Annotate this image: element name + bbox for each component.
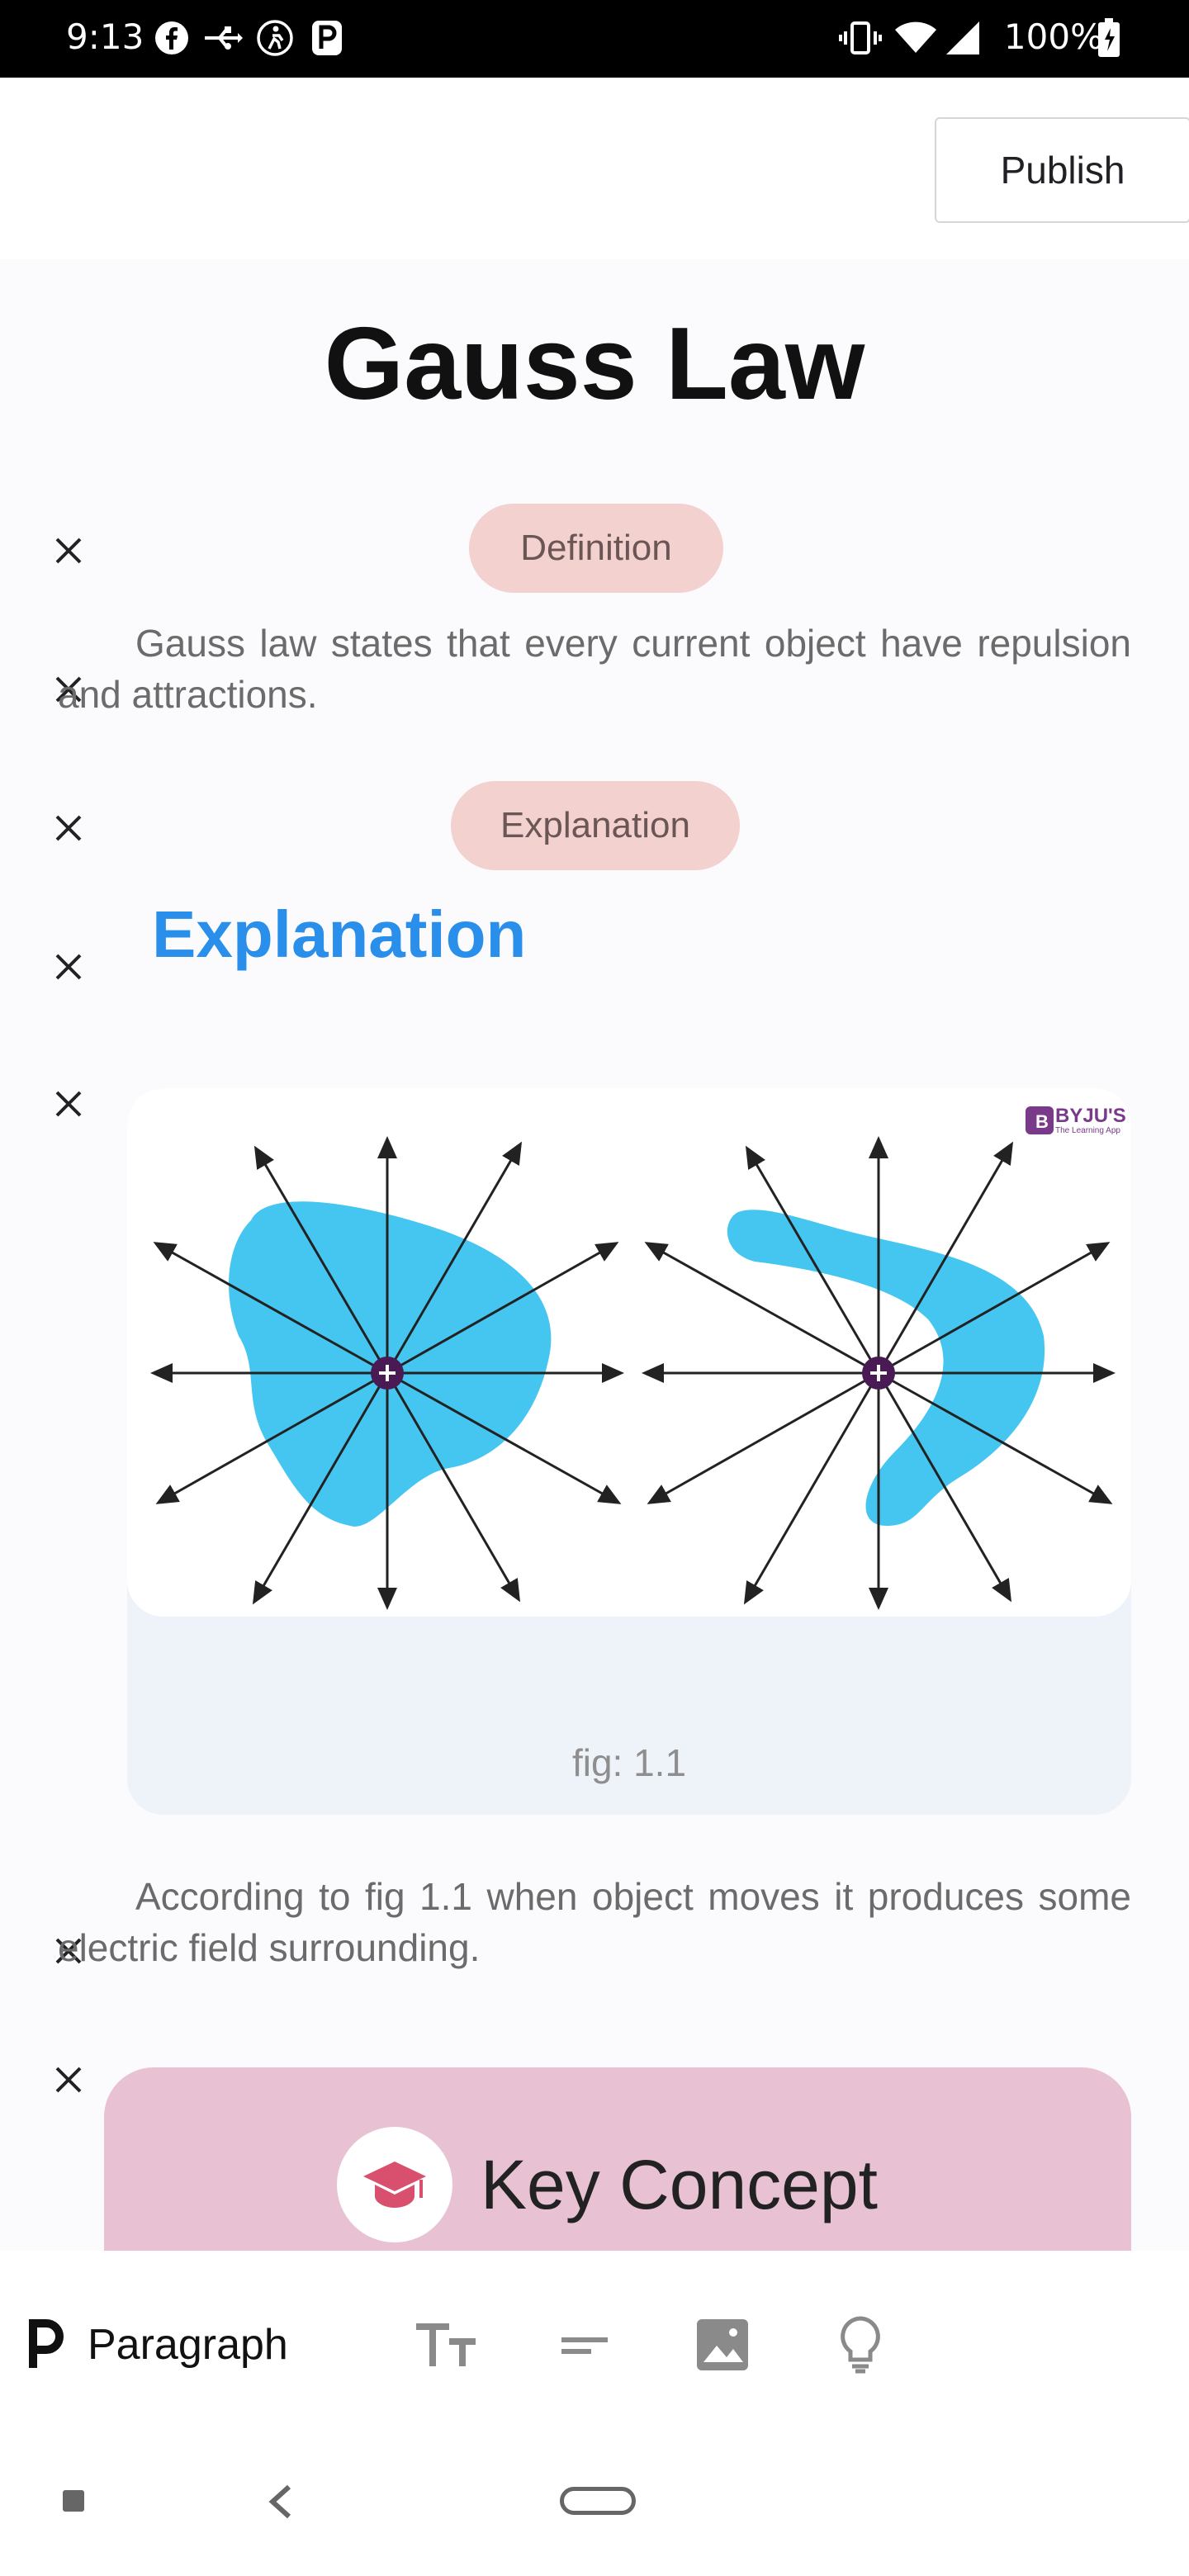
- paragraph-tool[interactable]: Paragraph: [25, 2312, 288, 2378]
- back-icon: [268, 2484, 291, 2519]
- byjus-logo-subtext: The Learning App: [1055, 1126, 1120, 1135]
- image-block[interactable]: B BYJU'S The Learning App fig: 1.1: [127, 1088, 1131, 1815]
- definition-paragraph[interactable]: Gauss law states that every current obje…: [58, 618, 1131, 720]
- p-app-icon: [310, 18, 343, 58]
- figure-caption[interactable]: fig: 1.1: [127, 1740, 1131, 1785]
- image-tool[interactable]: [695, 2312, 750, 2378]
- remove-block-close-icon[interactable]: [48, 946, 89, 987]
- align-icon: [561, 2337, 608, 2354]
- page-title[interactable]: Gauss Law: [0, 305, 1189, 423]
- accessibility-icon: [256, 18, 294, 58]
- wifi-icon: [893, 18, 938, 58]
- remove-block-close-icon[interactable]: [48, 2059, 89, 2100]
- text-size-icon: [416, 2323, 476, 2366]
- signal-icon: [945, 18, 981, 58]
- facebook-icon: [154, 18, 190, 58]
- back-button[interactable]: [264, 2482, 297, 2526]
- lightbulb-icon: [841, 2316, 880, 2374]
- status-time: 9:13: [66, 17, 144, 57]
- definition-pill[interactable]: Definition: [469, 504, 723, 593]
- home-button[interactable]: [560, 2487, 636, 2515]
- vibrate-icon: [839, 18, 882, 58]
- image-icon: [697, 2319, 748, 2370]
- paragraph-label: Paragraph: [88, 2321, 288, 2369]
- battery-icon: [1097, 18, 1121, 58]
- remove-block-close-icon[interactable]: [48, 530, 89, 571]
- svg-text:B: B: [1035, 1111, 1049, 1132]
- publish-button[interactable]: Publish: [935, 117, 1189, 223]
- byjus-logo-text: BYJU'S: [1055, 1105, 1126, 1127]
- explanation-pill[interactable]: Explanation: [451, 781, 740, 870]
- graduation-cap-icon: [337, 2127, 452, 2242]
- remove-block-close-icon[interactable]: [48, 807, 89, 849]
- remove-block-close-icon[interactable]: [48, 1083, 89, 1125]
- tip-tool[interactable]: [837, 2312, 883, 2378]
- electric-field-image: B BYJU'S The Learning App: [127, 1088, 1131, 1617]
- explanation-heading[interactable]: Explanation: [152, 897, 526, 973]
- align-tool[interactable]: [558, 2312, 611, 2378]
- text-size-tool[interactable]: [413, 2312, 479, 2378]
- paragraph-icon: [29, 2319, 64, 2368]
- key-concept-label: Key Concept: [481, 2146, 878, 2223]
- key-concept-block[interactable]: Key Concept: [104, 2067, 1131, 2251]
- status-bar: 9:13 100%: [0, 0, 1189, 78]
- usb-icon: [201, 18, 244, 58]
- explanation-paragraph[interactable]: According to fig 1.1 when object moves i…: [58, 1871, 1131, 1973]
- recents-button[interactable]: [63, 2490, 84, 2512]
- battery-percent: 100%: [1003, 17, 1103, 57]
- system-nav-bar: [0, 2432, 1189, 2576]
